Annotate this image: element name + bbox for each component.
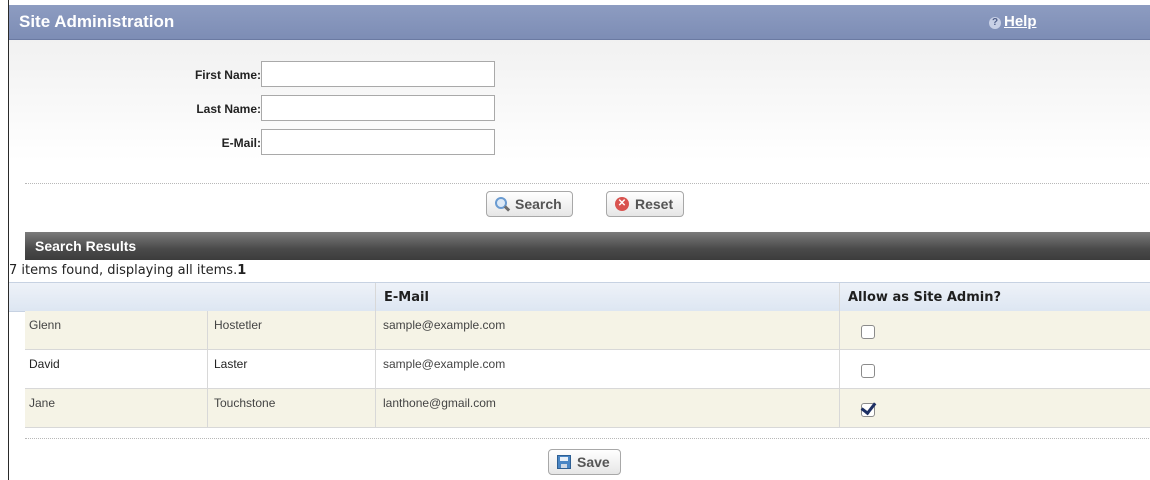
last-name-cell: Laster xyxy=(214,357,248,371)
last-name-label: Last Name: xyxy=(196,102,261,116)
cell-divider xyxy=(207,311,208,349)
cell-divider xyxy=(839,311,840,349)
first-name-cell: David xyxy=(29,357,60,371)
first-name-label: First Name: xyxy=(194,68,261,82)
last-name-row: Last Name: xyxy=(9,94,1150,124)
site-admin-checkbox[interactable] xyxy=(861,364,875,378)
table-row: Glenn Hostetler sample@example.com xyxy=(25,311,1150,350)
first-name-input[interactable] xyxy=(261,61,495,87)
reset-button[interactable]: ✕ Reset xyxy=(606,191,685,217)
divider xyxy=(25,183,1150,184)
email-label: E-Mail: xyxy=(221,136,261,150)
first-name-cell: Glenn xyxy=(29,318,62,332)
email-input[interactable] xyxy=(261,129,495,155)
search-button[interactable]: Search xyxy=(486,191,573,217)
save-icon xyxy=(557,455,571,469)
email-cell: sample@example.com xyxy=(383,357,506,371)
reset-button-label: Reset xyxy=(635,196,674,212)
header-bar: Site Administration ? Help xyxy=(9,5,1150,40)
column-header-admin: Allow as Site Admin? xyxy=(848,290,1002,305)
site-admin-checkbox[interactable] xyxy=(861,325,875,339)
email-cell: lanthone@gmail.com xyxy=(383,396,496,410)
page-number[interactable]: 1 xyxy=(237,263,246,278)
cell-divider xyxy=(207,389,208,427)
cell-divider xyxy=(839,350,840,388)
last-name-cell: Hostetler xyxy=(214,318,263,332)
table-row: Jane Touchstone lanthone@gmail.com xyxy=(25,389,1150,428)
header-divider xyxy=(839,283,840,311)
last-name-cell: Touchstone xyxy=(214,396,276,410)
reset-icon: ✕ xyxy=(615,197,629,211)
search-button-label: Search xyxy=(515,196,562,212)
cell-divider xyxy=(375,350,376,388)
header-divider xyxy=(375,283,376,311)
table-row: David Laster sample@example.com xyxy=(25,350,1150,389)
divider xyxy=(25,438,1150,439)
search-icon xyxy=(495,197,509,211)
cell-divider xyxy=(375,311,376,349)
help-icon: ? xyxy=(989,17,1001,29)
help-link[interactable]: ? Help xyxy=(989,13,1037,30)
results-count: 7 items found, displaying all items.1 xyxy=(9,263,246,278)
first-name-row: First Name: xyxy=(9,60,1150,90)
email-row: E-Mail: xyxy=(9,128,1150,158)
table-header: E-Mail Allow as Site Admin? xyxy=(9,282,1150,312)
results-header: Search Results xyxy=(25,232,1150,260)
save-button[interactable]: Save xyxy=(548,449,621,475)
column-header-email: E-Mail xyxy=(384,290,429,305)
page-title: Site Administration xyxy=(19,12,175,31)
search-form: First Name: Last Name: E-Mail: xyxy=(9,40,1150,182)
results-title: Search Results xyxy=(35,238,137,254)
email-cell: sample@example.com xyxy=(383,318,506,332)
site-admin-panel: Site Administration ? Help First Name: La… xyxy=(8,0,1150,480)
last-name-input[interactable] xyxy=(261,95,495,121)
first-name-cell: Jane xyxy=(29,396,56,410)
results-count-text: 7 items found, displaying all items. xyxy=(9,263,238,278)
cell-divider xyxy=(207,350,208,388)
help-label: Help xyxy=(1004,13,1037,30)
save-button-label: Save xyxy=(577,454,610,470)
cell-divider xyxy=(375,389,376,427)
cell-divider xyxy=(839,389,840,427)
site-admin-checkbox[interactable] xyxy=(861,403,875,417)
